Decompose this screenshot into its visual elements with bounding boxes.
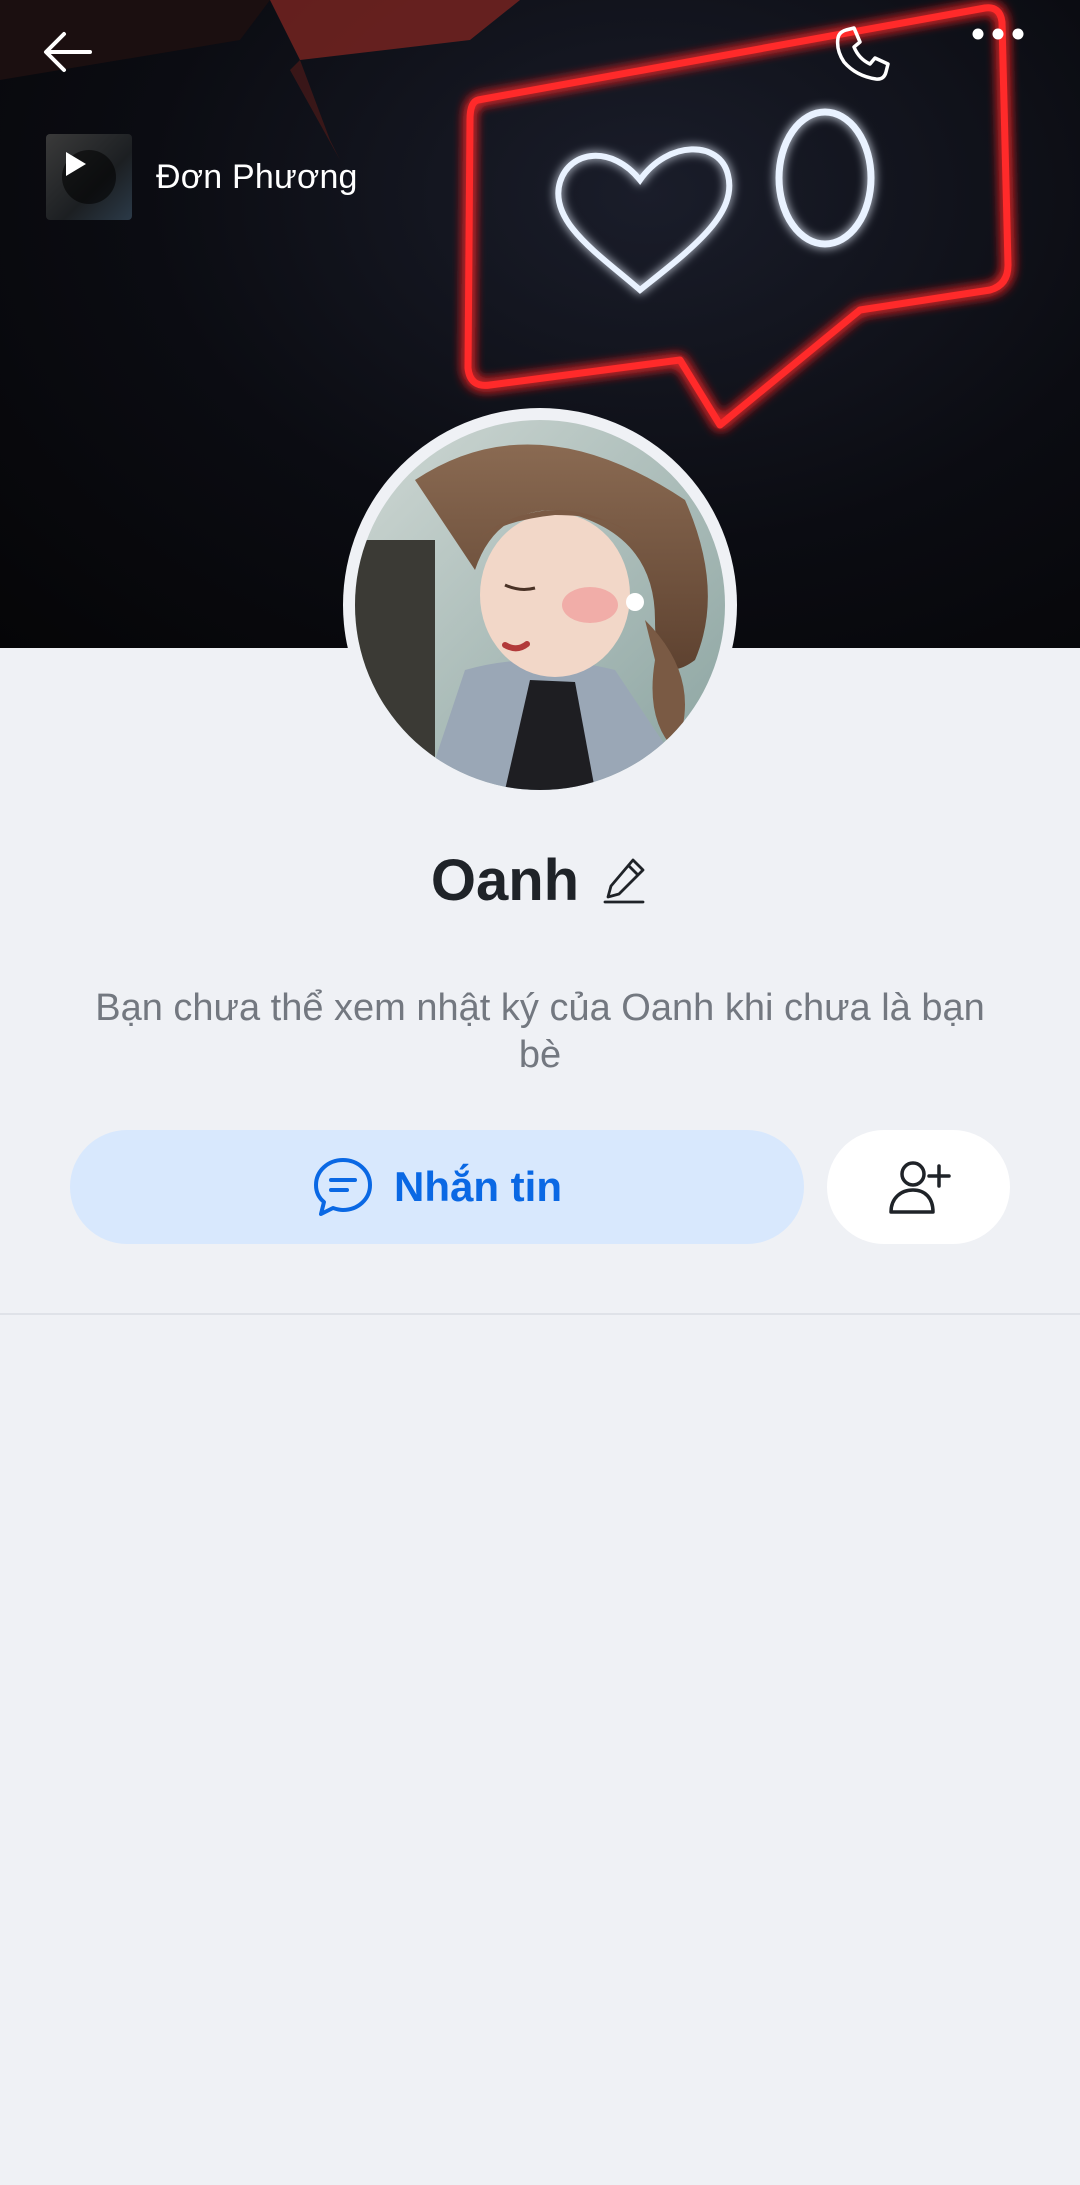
edit-name-button[interactable] [601, 856, 649, 904]
music-cover-art [46, 134, 132, 220]
avatar[interactable] [343, 408, 737, 802]
more-options-button[interactable] [970, 24, 1050, 104]
diary-locked-notice: Bạn chưa thể xem nhật ký của Oanh khi ch… [95, 987, 985, 1076]
pencil-icon [603, 858, 645, 904]
message-button-label: Nhắn tin [394, 1163, 562, 1210]
play-icon[interactable] [62, 150, 116, 204]
profile-page: Đơn Phương Oanh Bạn chưa thể xem nhật ký… [0, 0, 1080, 2185]
chat-bubble-icon [314, 1158, 372, 1216]
name-row: Oanh [0, 840, 1080, 920]
message-button[interactable]: Nhắn tin [70, 1130, 804, 1244]
profile-name: Oanh [430, 847, 580, 913]
profile-music[interactable]: Đơn Phương [46, 134, 358, 220]
phone-icon [835, 26, 890, 81]
more-horizontal-icon [972, 28, 1024, 40]
call-button[interactable] [832, 24, 912, 104]
add-user-icon [888, 1161, 951, 1214]
empty-content-area [0, 1315, 1080, 2185]
avatar-photo [355, 420, 725, 790]
add-friend-button[interactable] [827, 1130, 1010, 1244]
back-button[interactable] [40, 24, 120, 104]
arrow-left-icon [44, 32, 92, 72]
profile-actions: Nhắn tin [70, 1130, 1010, 1244]
music-title: Đơn Phương [156, 157, 358, 196]
